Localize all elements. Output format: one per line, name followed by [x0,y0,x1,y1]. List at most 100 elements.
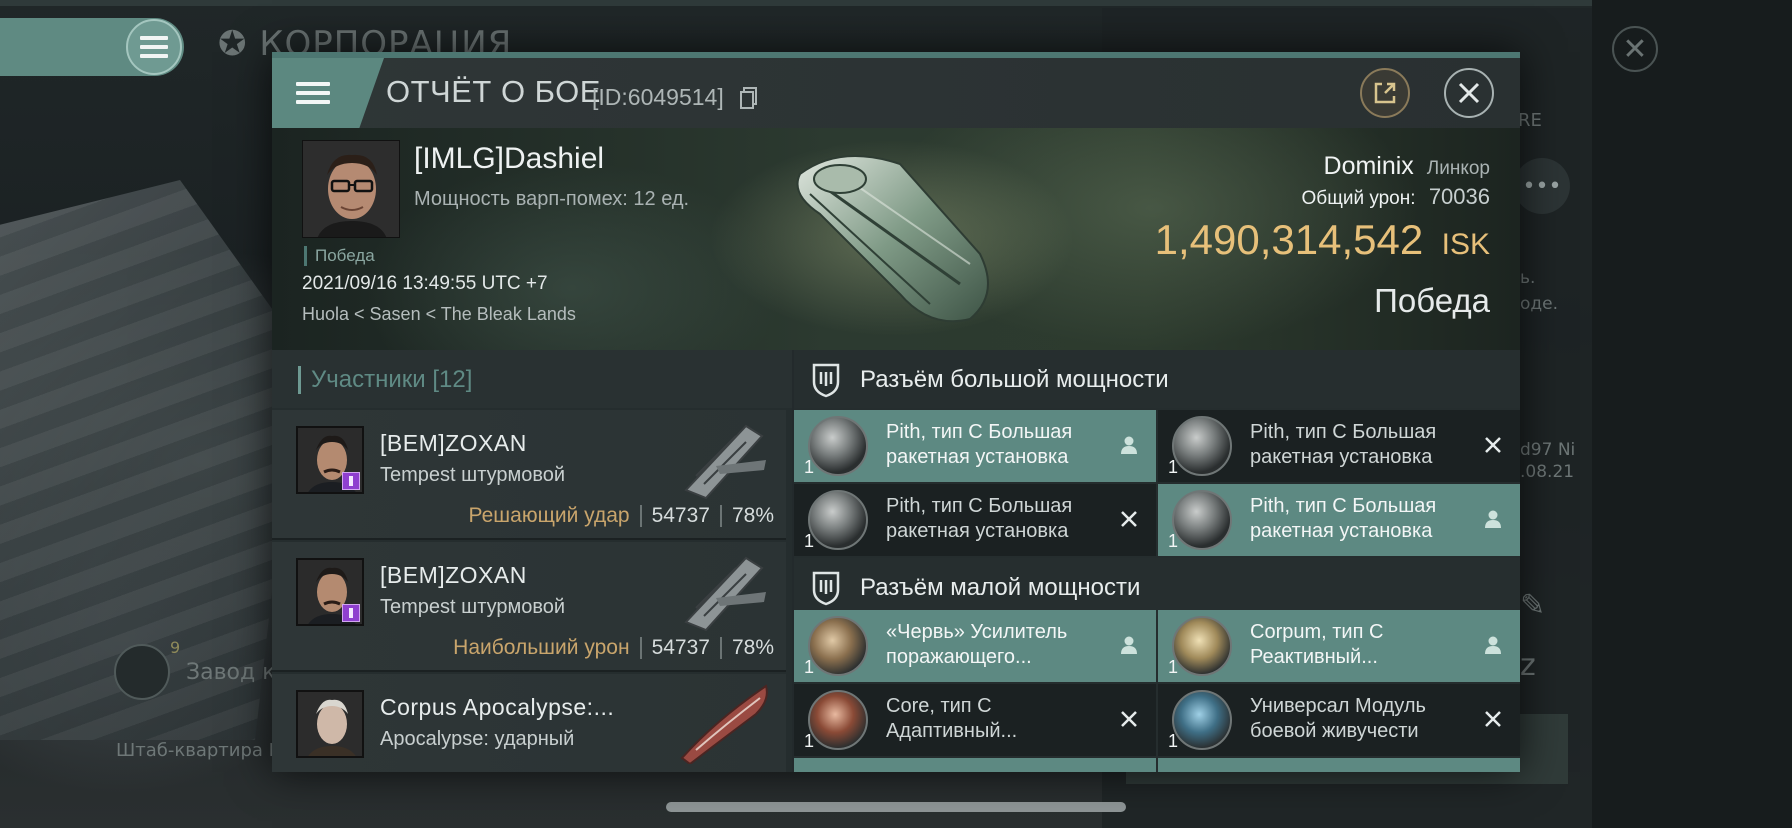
total-damage: Общий урон: 70036 [1302,184,1490,210]
home-indicator[interactable] [666,802,1126,812]
divider [639,637,642,659]
more-options-icon[interactable]: ••• [1514,158,1570,214]
total-damage-value: 70036 [1428,184,1490,209]
participant-name: [BEM]ZOXAN [380,430,527,456]
pilot-name[interactable]: [IMLG]Dashiel [414,142,604,176]
timestamp: 2021/09/16 13:49:55 UTC +7 [302,273,548,294]
participant-percent: 78% [731,636,774,659]
participant-row[interactable]: [BEM]ZOXAN Tempest штурмовой Решающий уд… [272,410,786,540]
pilot-portrait-icon [303,141,399,237]
slot-quantity: 1 [804,657,815,677]
participant-ship-icon [680,684,768,764]
slot-module-name: Pith, тип C Большая ракетная установка [1250,421,1437,468]
isk-amount: 1,490,314,542 [1154,216,1424,263]
factory-label: Завод к [186,660,276,685]
share-button[interactable] [1360,68,1410,118]
destroyed-x-icon [1118,508,1140,530]
background-close-icon[interactable]: ✕ [1612,26,1658,72]
victim-ship-class: Линкор [1426,158,1490,179]
mid-slot-item[interactable]: 1 Core, тип C Адаптивный... [794,684,1156,756]
close-button[interactable] [1444,68,1494,118]
slot-quantity: 1 [804,731,815,751]
combat-report-modal: ОТЧЁТ О БОЕ [ID:6049514] [IMLG]Dashiel М… [272,52,1520,772]
location[interactable]: Huola < Sasen < The Bleak Lands [302,304,576,325]
high-slot-icon [812,363,840,398]
mid-slot-label: Разъём малой мощности [860,574,1141,601]
dropped-person-icon [1482,508,1504,530]
destroyed-x-icon [1482,434,1504,456]
mid-slot-item[interactable]: 1 Универсал Модуль боевой живучести [1158,684,1520,756]
header-menu-button[interactable] [272,58,384,128]
participant-ship: Tempest штурмовой [380,596,566,618]
high-slot-item[interactable]: 1 Pith, тип C Большая ракетная установка [794,484,1156,556]
high-slot-item[interactable]: 1 Pith, тип C Большая ракетная установка [794,410,1156,482]
copy-icon[interactable] [740,87,758,109]
slot-module-name: «Червь» Усилитель поражающего... [886,621,1068,668]
battle-result: Победа [1374,282,1490,319]
background-text: ь. [1520,268,1536,288]
menu-icon [296,82,330,104]
victim-ship-line: Dominix Линкор [1324,152,1490,181]
total-damage-label: Общий урон: [1301,188,1416,209]
edit-icon[interactable]: ✎ [1520,588,1545,623]
launcher-icon [808,416,868,476]
destroyed-x-icon [1482,708,1504,730]
participant-row[interactable]: Corpus Apocalypse:... Apocalypse: ударны… [272,674,786,772]
participant-stats: Решающий удар 54737 78% [469,504,774,528]
participants-header[interactable]: Участники [12] [272,350,792,408]
background-text: .08.21 [1520,462,1575,482]
divider [719,505,722,527]
slot-module-name: Core, тип C Адаптивный... [886,695,1018,742]
slot-module-name: Pith, тип C Большая ракетная установка [1250,495,1437,542]
participant-ship: Apocalypse: ударный [380,728,575,750]
factory-count: 9 [170,638,181,657]
menu-icon [126,19,182,75]
report-id: [ID:6049514] [592,84,724,110]
factory-icon[interactable] [114,644,170,700]
high-slot-label: Разъём большой мощности [860,366,1169,393]
slot-module-name: Pith, тип C Большая ракетная установка [886,421,1073,468]
participant-row[interactable]: [BEM]ZOXAN Tempest штурмовой Наибольший … [272,542,786,672]
mid-slot-item-partial[interactable] [794,758,1156,772]
high-slot-item[interactable]: 1 Pith, тип C Большая ракетная установка [1158,410,1520,482]
slot-quantity: 1 [1168,457,1179,477]
divider [639,505,642,527]
top-bar [0,0,1792,6]
participant-stats: Наибольший урон 54737 78% [453,636,774,660]
slot-quantity: 1 [1168,657,1179,677]
participant-ship-icon [684,556,766,632]
participant-avatar [296,690,364,758]
background-label: RE [1518,110,1542,131]
final-blow-tag: Решающий удар [468,504,630,527]
mid-slot-item[interactable]: 1 Corpum, тип C Реактивный... [1158,610,1520,682]
sleep-icon[interactable]: z [1520,648,1536,683]
slot-quantity: 1 [1168,531,1179,551]
slot-module-name: Универсал Модуль боевой живучести [1250,695,1426,742]
participant-avatar [296,558,364,626]
pilot-avatar[interactable] [302,140,400,238]
launcher-icon [1172,490,1232,550]
top-damage-tag: Наибольший урон [453,636,630,659]
participant-ship-icon [684,424,766,500]
slot-module-name: Corpum, тип C Реактивный... [1250,621,1384,668]
mid-slot-item[interactable]: 1 «Червь» Усилитель поражающего... [794,610,1156,682]
helmet-module-icon [808,690,868,750]
slot-quantity: 1 [804,457,815,477]
mid-slot-item-partial[interactable] [1158,758,1520,772]
mid-slot-header: Разъём малой мощности [794,558,1520,616]
dropped-person-icon [1118,634,1140,656]
participant-percent: 78% [731,504,774,527]
launcher-icon [808,490,868,550]
victory-tag: Победа [304,246,375,266]
helmet-module-icon [1172,616,1232,676]
slot-quantity: 1 [1168,731,1179,751]
participant-damage: 54737 [651,504,710,527]
launcher-icon [1172,416,1232,476]
background-menu-button[interactable] [0,18,184,76]
background-text: d97 Ni [1520,440,1576,460]
victim-ship-name[interactable]: Dominix [1324,152,1414,180]
victim-ship-icon[interactable] [780,134,1020,334]
high-slot-header: Разъём большой мощности [794,350,1520,408]
high-slot-item[interactable]: 1 Pith, тип C Большая ракетная установка [1158,484,1520,556]
standing-badge-icon [342,472,360,490]
